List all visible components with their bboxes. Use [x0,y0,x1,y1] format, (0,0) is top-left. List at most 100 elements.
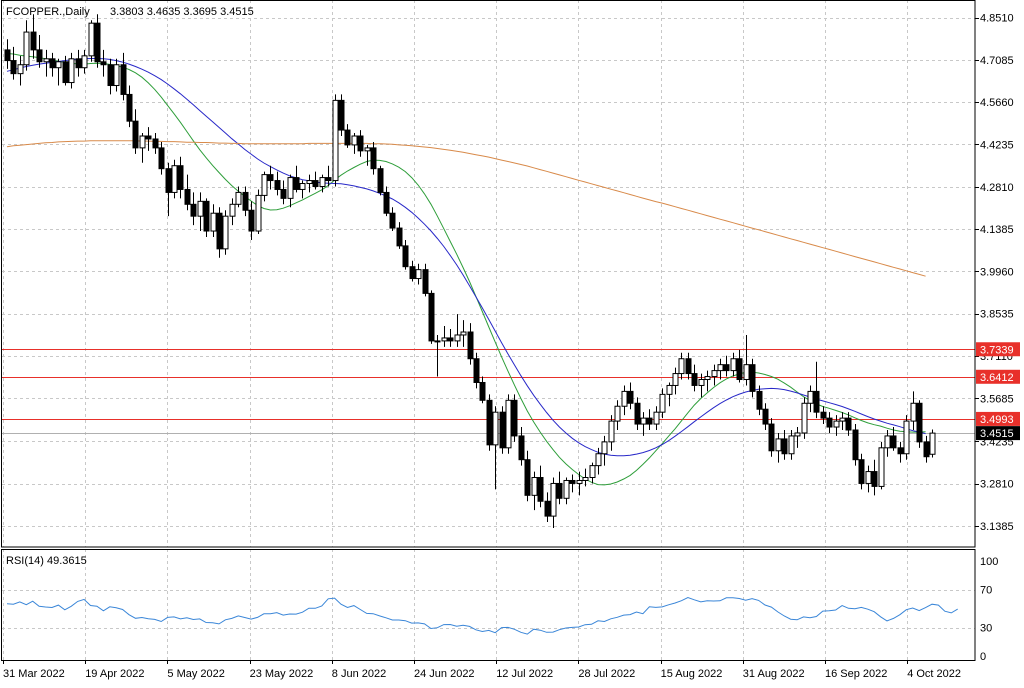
candle[interactable] [691,364,698,392]
candle[interactable] [473,352,480,389]
candle[interactable] [865,465,872,493]
candle[interactable] [364,144,371,166]
candle[interactable] [100,49,107,77]
candle[interactable] [267,165,274,190]
candle[interactable] [68,52,75,89]
candle[interactable] [145,127,152,151]
candle[interactable] [723,355,730,377]
candle[interactable] [10,46,17,80]
candle[interactable] [383,186,390,217]
candle[interactable] [287,174,294,208]
candle[interactable] [210,204,217,237]
candle[interactable] [30,14,37,59]
candle[interactable] [299,180,306,199]
candle[interactable] [608,415,615,451]
candle[interactable] [775,432,782,463]
candle[interactable] [126,85,133,128]
candle[interactable] [319,174,326,193]
candle[interactable] [415,263,422,285]
candle[interactable] [717,358,724,380]
candle[interactable] [582,468,589,487]
candle[interactable] [569,474,576,493]
candle[interactable] [203,198,210,237]
candle[interactable] [132,109,139,154]
candle[interactable] [499,406,506,454]
candle[interactable] [762,403,769,430]
candle[interactable] [524,450,531,502]
candle[interactable] [158,141,165,175]
candle[interactable] [903,415,910,460]
candle[interactable] [910,391,917,430]
candle[interactable] [788,429,795,460]
chart-window[interactable]: 4.8510 4.7085 4.5660 4.4235 4.2810 4.1385 3.99… [0,0,1024,683]
candle[interactable] [589,462,596,484]
candle[interactable] [833,415,840,436]
candle[interactable] [377,165,384,196]
candle[interactable] [447,329,454,347]
candle[interactable] [344,124,351,148]
candle[interactable] [165,162,172,217]
candle[interactable] [640,412,647,436]
candle[interactable] [261,171,268,202]
candle[interactable] [306,174,313,193]
candle[interactable] [409,260,416,282]
candle[interactable] [711,364,718,386]
candle[interactable] [139,133,146,163]
candle[interactable] [242,186,249,217]
candle[interactable] [428,290,435,344]
candle[interactable] [312,171,319,190]
candle[interactable] [94,14,101,68]
candle[interactable] [923,435,930,463]
candle[interactable] [190,192,197,226]
candle[interactable] [486,394,493,451]
candle[interactable] [550,477,557,528]
candle[interactable] [601,435,608,466]
candle[interactable] [422,263,429,297]
candle[interactable] [23,20,30,71]
candle[interactable] [678,352,685,380]
candle[interactable] [858,453,865,490]
candle[interactable] [229,198,236,226]
candle[interactable] [492,406,499,490]
candle[interactable] [884,429,891,457]
candle[interactable] [36,35,43,68]
candle[interactable] [743,334,750,386]
candle[interactable] [81,49,88,74]
candle[interactable] [929,429,936,458]
candle[interactable] [563,477,570,505]
candle[interactable] [794,427,801,448]
candle[interactable] [537,465,544,508]
candle[interactable] [576,471,583,496]
candle[interactable] [768,418,775,457]
candle[interactable] [357,130,364,157]
candle[interactable] [852,424,859,466]
candle[interactable] [177,156,184,199]
candle[interactable] [88,20,95,62]
candle[interactable] [248,201,255,240]
candle[interactable] [370,141,377,175]
candle[interactable] [878,441,885,490]
candle[interactable] [531,471,538,511]
candle[interactable] [274,171,281,196]
candle[interactable] [621,385,628,416]
candle[interactable] [897,441,904,463]
candle[interactable] [49,52,56,77]
candle[interactable] [280,180,287,205]
candle[interactable] [293,165,300,193]
candle[interactable] [704,370,711,392]
candle[interactable] [614,400,621,430]
candle[interactable] [505,394,512,454]
candle[interactable] [55,58,62,86]
candle[interactable] [197,192,204,232]
candle[interactable] [653,406,660,430]
candle[interactable] [634,397,641,430]
candle[interactable] [434,334,441,377]
candle[interactable] [736,349,743,383]
candle[interactable] [801,397,808,439]
candle[interactable] [807,385,814,413]
candle[interactable] [916,400,923,448]
candle[interactable] [216,207,223,258]
candle[interactable] [351,133,358,154]
price-chart-svg[interactable]: 4.8510 4.7085 4.5660 4.4235 4.2810 4.1385 3.99… [0,0,1024,683]
candle[interactable] [75,49,82,77]
